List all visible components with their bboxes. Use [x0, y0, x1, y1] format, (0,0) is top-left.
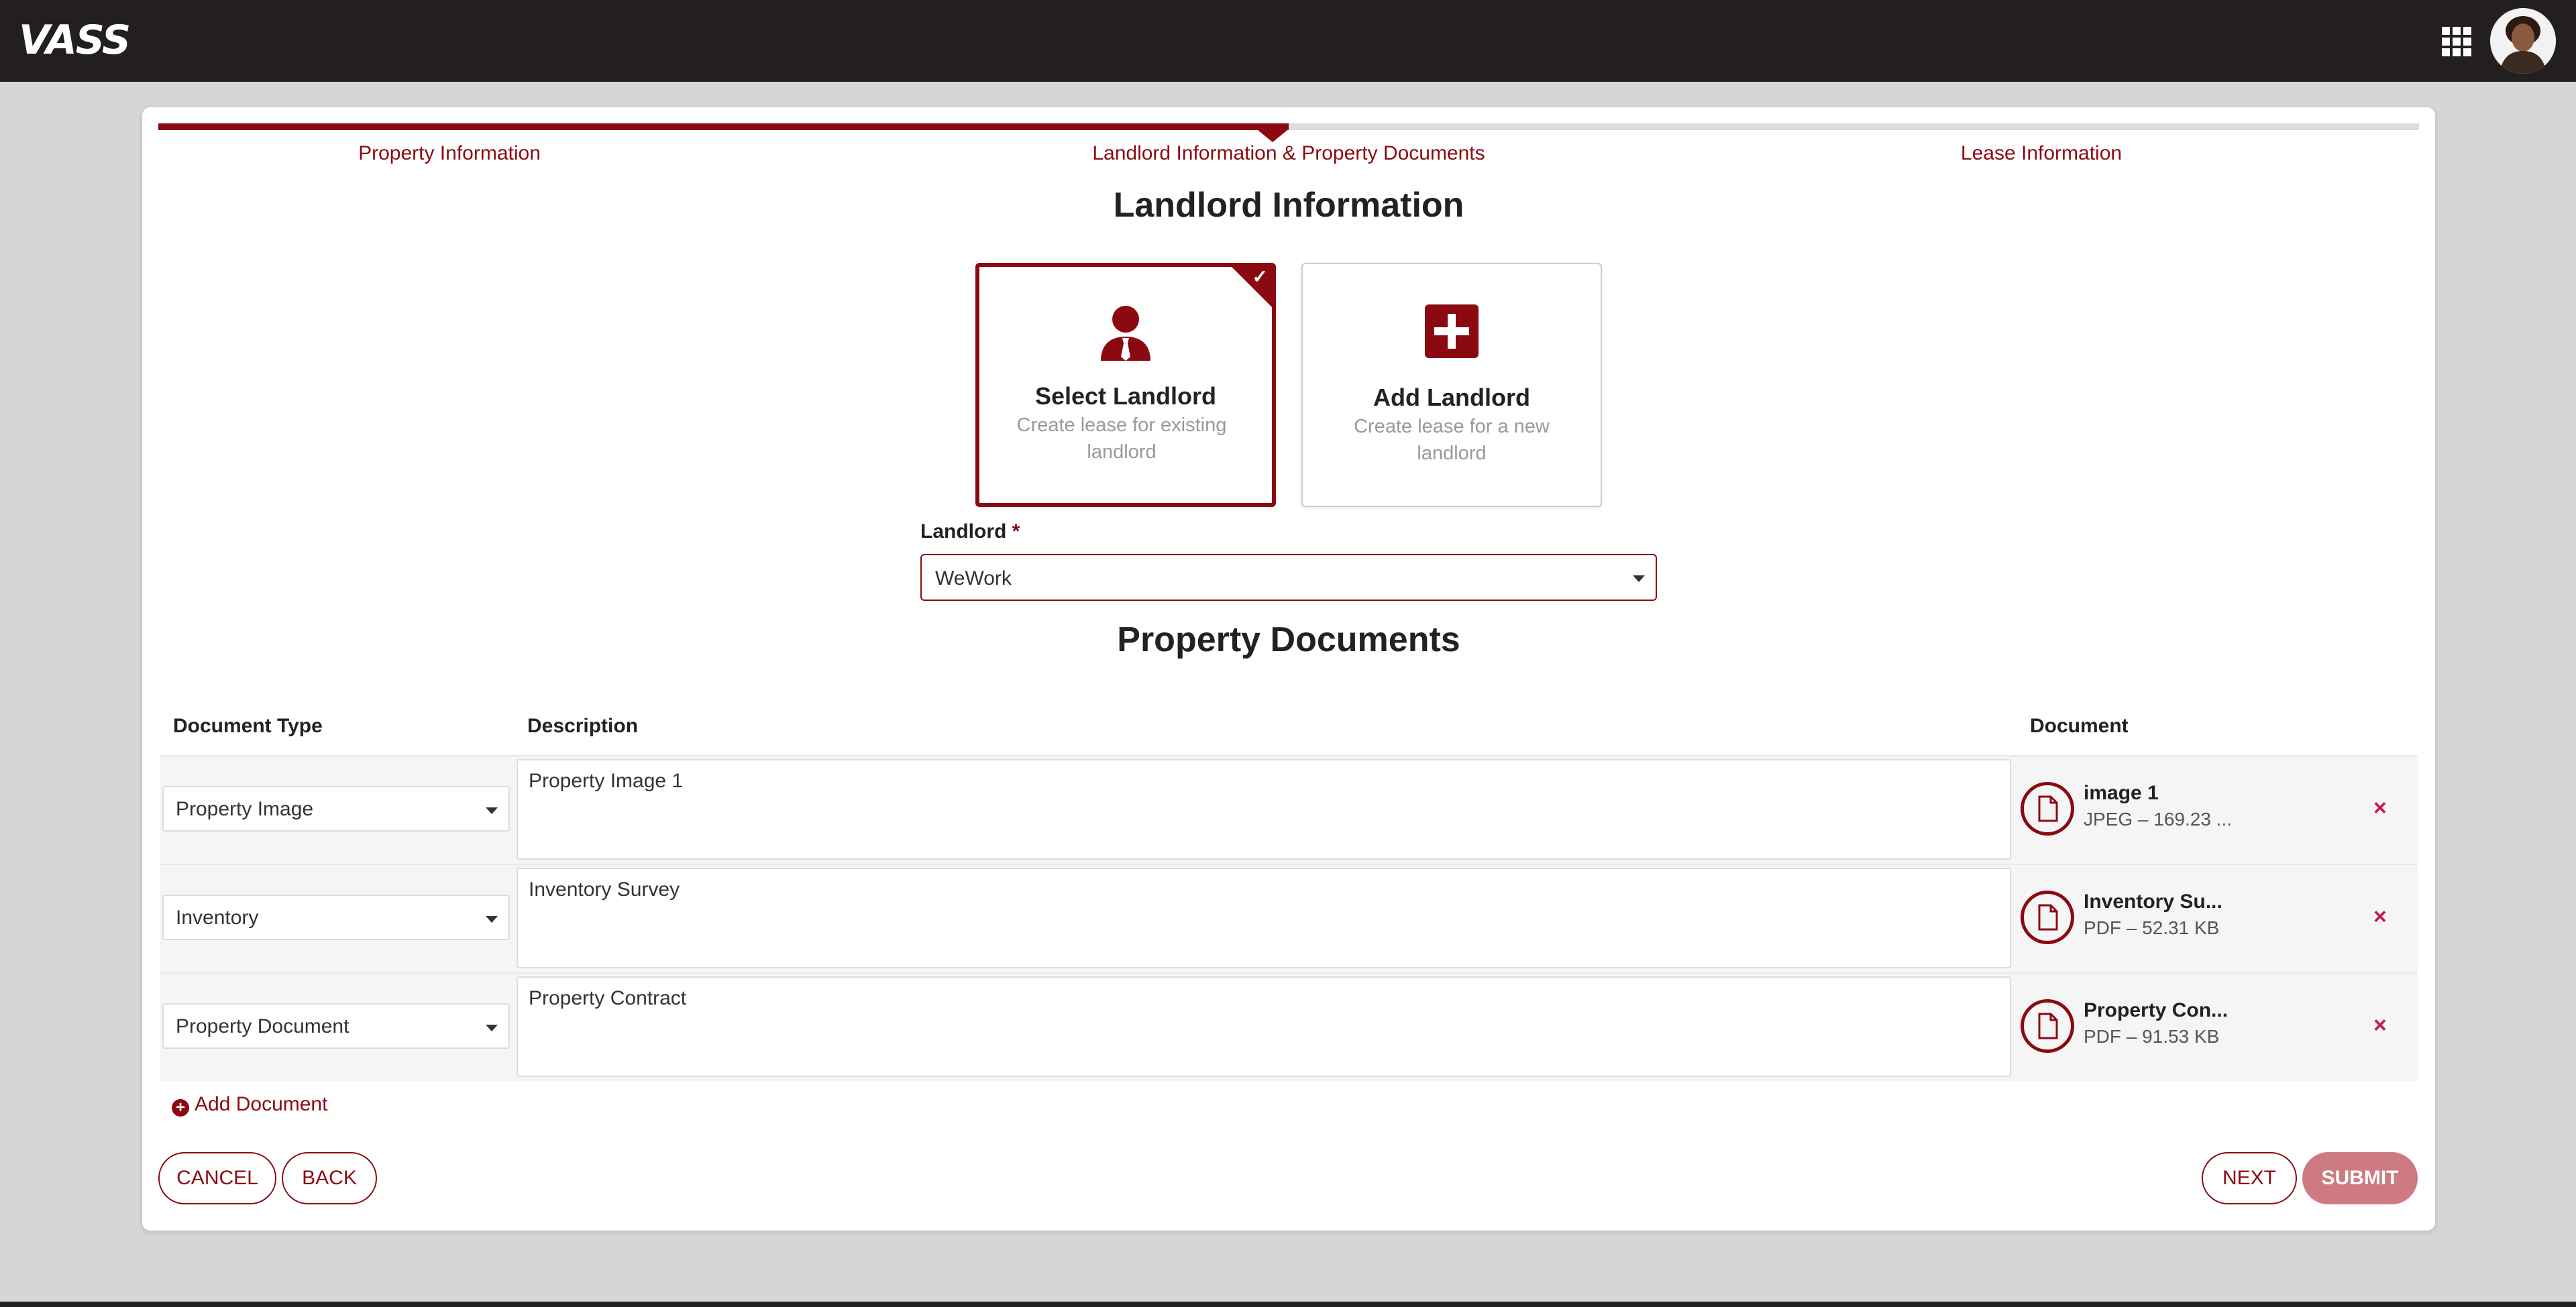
progress-track: [158, 123, 2419, 130]
next-button[interactable]: NEXT: [2202, 1152, 2297, 1204]
table-row: Inventory Inventory Survey Inventory Su.…: [160, 864, 2418, 972]
description-input[interactable]: Property Image 1: [517, 759, 2011, 860]
remove-document-icon[interactable]: ×: [2373, 1013, 2387, 1039]
select-landlord-title: Select Landlord: [1034, 382, 1217, 410]
remove-document-icon[interactable]: ×: [2373, 795, 2387, 821]
step-landlord-documents[interactable]: Landlord Information & Property Document…: [987, 142, 1591, 165]
document-type-value: Property Image: [176, 798, 314, 820]
document-type-value: Inventory: [176, 907, 259, 929]
document-name[interactable]: Property Con...: [2084, 999, 2228, 1022]
user-avatar[interactable]: [2490, 8, 2556, 74]
bottom-strip: [0, 1302, 2576, 1307]
document-type-select[interactable]: Property Image: [162, 786, 510, 832]
chevron-down-icon: [486, 807, 498, 814]
document-type-value: Property Document: [176, 1015, 350, 1037]
chevron-down-icon: [486, 916, 498, 923]
add-landlord-subtitle: Create lease for a new landlord: [1354, 416, 1550, 464]
check-icon: ✓: [1252, 266, 1268, 287]
document-meta: PDF – 91.53 KB: [2084, 1026, 2220, 1047]
landlord-label-text: Landlord: [920, 520, 1007, 543]
document-file-icon: [2021, 999, 2074, 1053]
lease-wizard-card: Property Information Landlord Informatio…: [142, 107, 2435, 1231]
landlord-select[interactable]: WeWork: [920, 554, 1657, 601]
required-mark: *: [1012, 520, 1020, 543]
document-meta: PDF – 52.31 KB: [2084, 917, 2220, 938]
document-name[interactable]: image 1: [2084, 782, 2159, 805]
step-lease-information[interactable]: Lease Information: [1739, 142, 2343, 165]
plus-square-icon: [1425, 304, 1479, 358]
back-button[interactable]: BACK: [282, 1152, 377, 1204]
chevron-down-icon: [1633, 575, 1645, 582]
documents-heading: Property Documents: [1117, 620, 1460, 659]
document-meta: JPEG – 169.23 ...: [2084, 809, 2233, 830]
description-input[interactable]: Property Contract: [517, 976, 2011, 1077]
col-document: Document: [2030, 715, 2129, 737]
top-bar: VASS: [0, 0, 2576, 82]
plus-circle-icon: +: [172, 1099, 189, 1117]
col-document-type: Document Type: [173, 715, 323, 737]
landlord-field-label: Landlord *: [920, 520, 1020, 543]
cancel-button[interactable]: CANCEL: [158, 1152, 276, 1204]
select-landlord-option[interactable]: ✓ Select Landlord Create lease for exist…: [975, 263, 1276, 507]
landlord-heading: Landlord Information: [1113, 186, 1464, 225]
document-file-icon: [2021, 782, 2074, 836]
select-landlord-subtitle: Create lease for existing landlord: [1016, 414, 1227, 463]
table-row: Property Image Property Image 1 image 1 …: [160, 755, 2418, 864]
chevron-down-icon: [486, 1025, 498, 1031]
current-step-marker: [1258, 130, 1287, 142]
submit-button[interactable]: SUBMIT: [2302, 1152, 2418, 1204]
description-input[interactable]: Inventory Survey: [517, 868, 2011, 968]
col-description: Description: [527, 715, 639, 737]
remove-document-icon[interactable]: ×: [2373, 904, 2387, 930]
landlord-select-value: WeWork: [935, 567, 1012, 589]
document-name[interactable]: Inventory Su...: [2084, 891, 2222, 913]
grid-apps-icon[interactable]: [2442, 27, 2471, 56]
document-type-select[interactable]: Inventory: [162, 895, 510, 940]
add-document-link[interactable]: + Add Document: [172, 1093, 327, 1117]
table-row: Property Document Property Contract Prop…: [160, 972, 2418, 1081]
progress-fill: [158, 123, 1289, 130]
add-landlord-option[interactable]: Add Landlord Create lease for a new land…: [1301, 263, 1602, 507]
document-type-select[interactable]: Property Document: [162, 1003, 510, 1049]
person-tie-icon: [1101, 306, 1150, 361]
add-landlord-title: Add Landlord: [1373, 384, 1530, 411]
document-file-icon: [2021, 891, 2074, 944]
vass-logo[interactable]: VASS: [19, 19, 131, 62]
add-document-label: Add Document: [195, 1093, 328, 1115]
step-property-information[interactable]: Property Information: [148, 142, 751, 165]
